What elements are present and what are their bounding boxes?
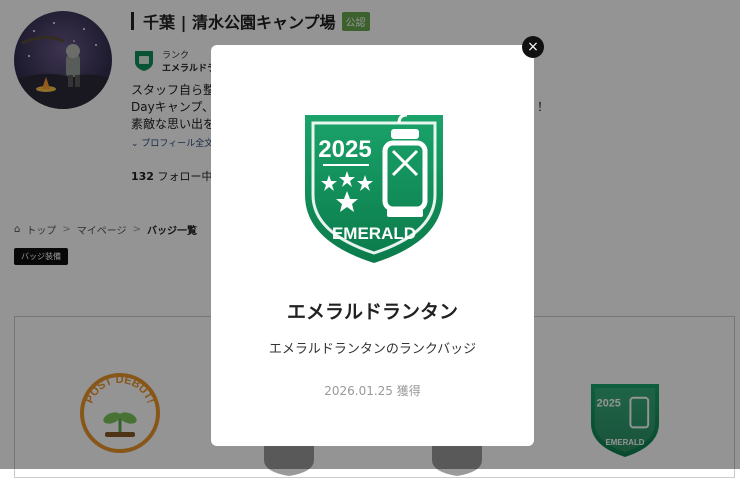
badge-name: エメラルドランタン: [286, 301, 458, 323]
emerald-label-text: EMERALD: [332, 224, 416, 243]
profile-page: 千葉 | 清水公園キャンプ場 公認 ランク エメラルドラ スタッフ自ら整 Day…: [0, 0, 740, 478]
badge-acquired-date: 2026.01.25 獲得: [324, 384, 421, 398]
emerald-year-text: 2025: [318, 136, 371, 163]
close-icon[interactable]: ×: [522, 36, 544, 58]
badge-description: エメラルドランタンのランクバッジ: [268, 342, 477, 357]
badge-detail-modal: 2025 EMERALD エメラルドランタン エメラルドランタンのランクバッジ …: [211, 45, 534, 446]
emerald-lantern-badge-large: 2025 EMERALD: [305, 113, 443, 263]
